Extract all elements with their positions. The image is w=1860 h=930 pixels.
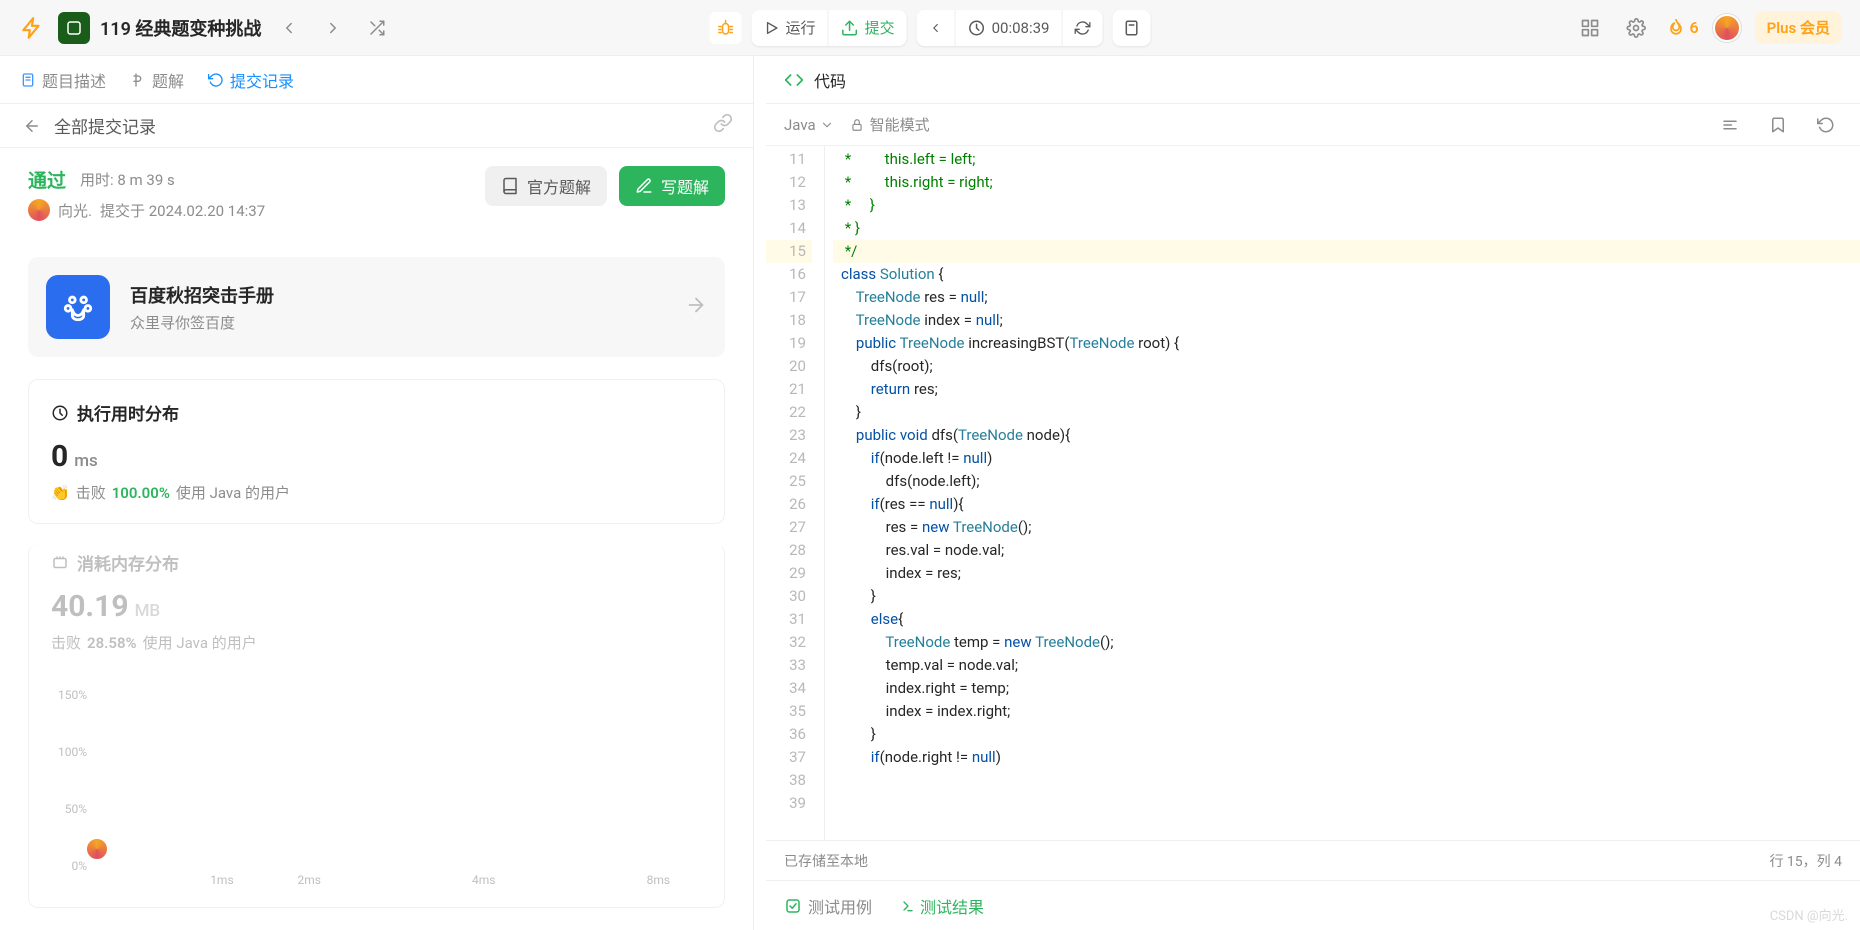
official-solution-button[interactable]: 官方题解 [485,166,607,206]
left-panel: 题目描述 题解 提交记录 全部提交记录 [0,56,754,930]
promo-subtitle: 众里寻你签百度 [130,312,274,333]
watermark: CSDN @向光. [1770,905,1848,924]
runtime-beats: 👏 击败 100.00% 使用 Java 的用户 [51,482,702,503]
runtime-title: 执行用时分布 [51,400,702,425]
topbar: 119 经典题变种挑战 运行 提交 [0,0,1860,56]
tab-solution[interactable]: 题解 [130,68,184,92]
submissions-subheader: 全部提交记录 [0,104,753,148]
tab-testcases[interactable]: 测试用例 [784,894,872,918]
memory-beats: 击败 28.58% 使用 Java 的用户 [51,632,702,653]
language-selector[interactable]: Java [784,116,834,134]
promo-card[interactable]: 百度秋招突击手册 众里寻你签百度 [28,257,725,357]
layout-button[interactable] [1574,12,1606,44]
timer-display[interactable]: 00:08:39 [955,10,1062,46]
run-label: 运行 [786,17,816,38]
memory-card: 消耗内存分布 40.19MB 击败 28.58% 使用 Java 的用户 0%5… [28,544,725,908]
chevron-right-icon [685,294,707,320]
debug-button[interactable] [710,12,742,44]
submit-label: 提交 [865,17,895,38]
logo[interactable] [18,14,46,42]
user-avatar[interactable] [1713,14,1741,42]
tab-solution-label: 题解 [152,68,184,92]
top-center-actions: 运行 提交 00:08:39 [710,10,1151,46]
bottom-tabs: 测试用例 测试结果 [766,880,1860,930]
share-link-icon[interactable] [713,113,733,138]
plus-badge[interactable]: Plus 会员 [1755,11,1842,44]
submitter-name: 向光. [58,200,92,221]
timer-prev-button[interactable] [917,10,955,46]
submit-button[interactable]: 提交 [828,10,907,46]
runtime-value: 0ms [51,439,702,474]
problem-title: 119 经典题变种挑战 [100,15,261,41]
cursor-position: 行 15，列 4 [1769,851,1842,871]
tab-submissions[interactable]: 提交记录 [208,68,294,92]
streak-counter[interactable]: 6 [1666,18,1699,38]
promo-title: 百度秋招突击手册 [130,282,274,308]
memory-title: 消耗内存分布 [51,550,702,575]
submitted-at: 提交于 2024.02.20 14:37 [100,200,265,221]
back-label: 全部提交记录 [54,113,156,138]
timer-refresh-button[interactable] [1061,10,1102,46]
problem-title-chip[interactable]: 119 经典题变种挑战 [58,12,261,44]
status-label: 通过 [28,166,66,193]
back-button[interactable] [20,114,44,138]
submitter-avatar[interactable] [28,199,50,221]
tab-testresults[interactable]: 测试结果 [898,894,984,918]
code-label: 代码 [814,68,846,92]
tab-submissions-label: 提交记录 [230,68,294,92]
left-body: 通过 用时: 8 m 39 s 向光. 提交于 2024.02.20 14:37 [0,148,753,930]
smart-mode[interactable]: 智能模式 [850,114,930,135]
streak-count: 6 [1690,18,1699,37]
save-status: 已存储至本地 [784,851,868,871]
topbar-right: 6 Plus 会员 [1574,11,1842,44]
editor-footer: 已存储至本地 行 15，列 4 [766,840,1860,880]
random-problem-button[interactable] [361,12,393,44]
right-panel: 代码 Java 智能模式 111213141516171819202122232… [766,56,1860,930]
code-toolbar: Java 智能模式 [766,104,1860,146]
notes-button[interactable] [1112,10,1150,46]
timer-value: 00:08:39 [992,19,1050,37]
tab-description[interactable]: 题目描述 [20,68,106,92]
memory-value: 40.19MB [51,589,702,624]
run-button[interactable]: 运行 [752,10,828,46]
prev-problem-button[interactable] [273,12,305,44]
left-tabs: 题目描述 题解 提交记录 [0,56,753,104]
runtime-card: 执行用时分布 0ms 👏 击败 100.00% 使用 Java 的用户 [28,379,725,524]
next-problem-button[interactable] [317,12,349,44]
reset-button[interactable] [1810,109,1842,141]
bookmark-button[interactable] [1762,109,1794,141]
promo-icon [46,275,110,339]
problem-icon [58,12,90,44]
code-header: 代码 [766,56,1860,104]
tab-desc-label: 题目描述 [42,68,106,92]
write-solution-button[interactable]: 写题解 [619,166,725,206]
runtime-chart: 0%50%100%150% 1ms2ms4ms8ms [51,667,702,887]
time-used: 用时: 8 m 39 s [80,169,175,190]
settings-button[interactable] [1620,12,1652,44]
format-button[interactable] [1714,109,1746,141]
code-editor[interactable]: 1112131415161718192021222324252627282930… [766,146,1860,840]
